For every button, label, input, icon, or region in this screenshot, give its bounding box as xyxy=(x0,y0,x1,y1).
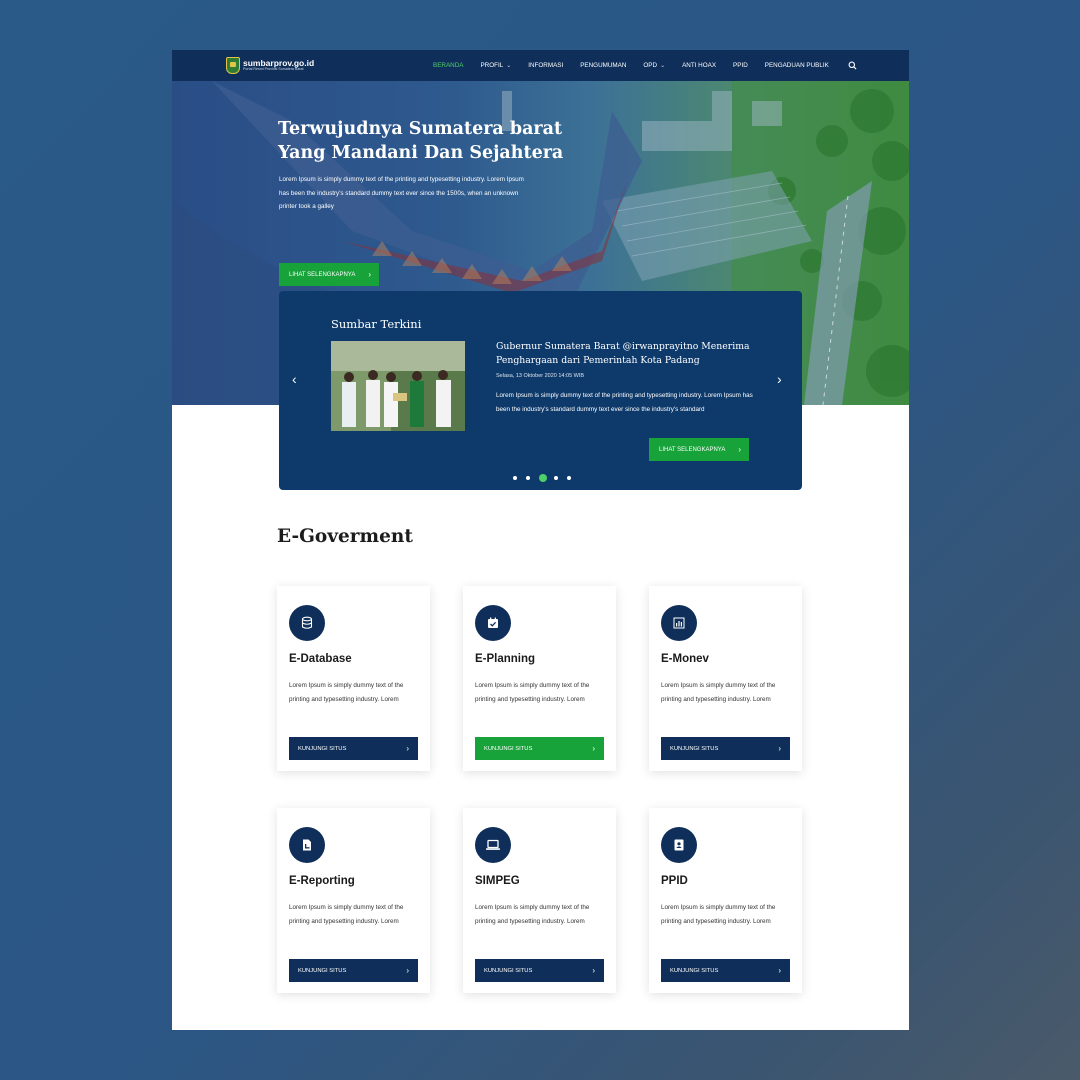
egov-card-e-database: E-Database Lorem Ipsum is simply dummy t… xyxy=(277,586,430,771)
visit-site-button[interactable]: KUNJUNGI SITUS › xyxy=(289,737,418,760)
news-photo[interactable] xyxy=(331,341,465,431)
nav-item-label: PROFIL xyxy=(480,62,504,69)
nav-item-pengaduan-publik[interactable]: PENGADUAN PUBLIK xyxy=(765,62,829,69)
nav-item-ppid[interactable]: PPID xyxy=(733,62,748,69)
slider-dot-4[interactable] xyxy=(554,476,558,480)
chevron-right-icon: › xyxy=(368,270,371,279)
chevron-right-icon: › xyxy=(406,966,409,975)
news-see-more-button[interactable]: LIHAT SELENGKAPNYA › xyxy=(649,438,749,461)
logo-title: sumbarprov.go.id xyxy=(243,57,315,68)
slider-dots xyxy=(513,474,580,482)
nav-item-beranda[interactable]: BERANDA xyxy=(433,62,463,69)
nav-item-profil[interactable]: PROFIL ⌄ xyxy=(480,62,511,69)
card-title: E-Monev xyxy=(661,653,709,665)
slider-next-arrow-icon[interactable]: › xyxy=(777,371,782,387)
button-label: LIHAT SELENGKAPNYA xyxy=(289,271,356,278)
news-description: Lorem Ipsum is simply dummy text of the … xyxy=(496,392,753,413)
hero-see-more-button[interactable]: LIHAT SELENGKAPNYA › xyxy=(279,263,379,286)
chevron-right-icon: › xyxy=(592,744,595,753)
hero-title-line1: Terwujudnya Sumatera barat xyxy=(278,119,563,139)
contact-card-icon xyxy=(661,827,697,863)
card-description: Lorem Ipsum is simply dummy text of the … xyxy=(475,682,590,703)
report-document-icon xyxy=(289,827,325,863)
logo-subtitle: Portal Resmi Provinsi Sumatera Barat xyxy=(243,67,304,72)
nav-item-label: INFORMASI xyxy=(528,62,564,69)
news-title[interactable]: Gubernur Sumatera Barat @irwanprayitno M… xyxy=(496,340,766,367)
card-description: Lorem Ipsum is simply dummy text of the … xyxy=(475,904,590,925)
egov-card-e-monev: E-Monev Lorem Ipsum is simply dummy text… xyxy=(649,586,802,771)
hero-title: Terwujudnya Sumatera barat Yang Mandani … xyxy=(278,117,578,165)
bar-chart-icon xyxy=(661,605,697,641)
nav-item-label: PPID xyxy=(733,62,748,69)
button-label: KUNJUNGI SITUS xyxy=(298,967,347,974)
button-label: KUNJUNGI SITUS xyxy=(484,967,533,974)
top-navbar: sumbarprov.go.id Portal Resmi Provinsi S… xyxy=(172,50,909,81)
chevron-right-icon: › xyxy=(738,445,741,454)
slider-dot-3[interactable] xyxy=(539,474,547,482)
card-title: SIMPEG xyxy=(475,875,520,887)
site-logo[interactable]: sumbarprov.go.id Portal Resmi Provinsi S… xyxy=(226,57,314,74)
visit-site-button[interactable]: KUNJUNGI SITUS › xyxy=(661,959,790,982)
hero-title-line2: Yang Mandani Dan Sejahtera xyxy=(278,143,564,163)
chevron-right-icon: › xyxy=(406,744,409,753)
news-date: Selasa, 13 Oktober 2020 14:05 WIB xyxy=(496,373,585,379)
card-description: Lorem Ipsum is simply dummy text of the … xyxy=(661,904,776,925)
nav-item-label: PENGUMUMAN xyxy=(580,62,627,69)
card-description: Lorem Ipsum is simply dummy text of the … xyxy=(289,682,404,703)
card-title: PPID xyxy=(661,875,688,887)
laptop-icon xyxy=(475,827,511,863)
calendar-check-icon xyxy=(475,605,511,641)
egov-card-simpeg: SIMPEG Lorem Ipsum is simply dummy text … xyxy=(463,808,616,993)
slider-dot-1[interactable] xyxy=(513,476,517,480)
egov-card-e-planning: E-Planning Lorem Ipsum is simply dummy t… xyxy=(463,586,616,771)
button-label: KUNJUNGI SITUS xyxy=(484,745,533,752)
egov-section-heading: E-Goverment xyxy=(277,526,413,547)
card-title: E-Planning xyxy=(475,653,536,665)
visit-site-button[interactable]: KUNJUNGI SITUS › xyxy=(289,959,418,982)
egov-card-e-reporting: E-Reporting Lorem Ipsum is simply dummy … xyxy=(277,808,430,993)
chevron-down-icon: ⌄ xyxy=(660,63,666,69)
chevron-right-icon: › xyxy=(778,744,781,753)
nav-item-label: ANTI HOAX xyxy=(682,62,717,69)
egov-card-ppid: PPID Lorem Ipsum is simply dummy text of… xyxy=(649,808,802,993)
button-label: KUNJUNGI SITUS xyxy=(670,745,719,752)
button-label: KUNJUNGI SITUS xyxy=(298,745,347,752)
main-menu: BERANDA PROFIL ⌄ INFORMASI PENGUMUMAN OPD… xyxy=(433,50,846,81)
card-description: Lorem Ipsum is simply dummy text of the … xyxy=(289,904,404,925)
visit-site-button[interactable]: KUNJUNGI SITUS › xyxy=(475,959,604,982)
nav-item-informasi[interactable]: INFORMASI xyxy=(528,62,563,69)
slider-prev-arrow-icon[interactable]: ‹ xyxy=(292,371,297,387)
chevron-right-icon: › xyxy=(592,966,595,975)
news-section-heading: Sumbar Terkini xyxy=(331,317,422,331)
button-label: KUNJUNGI SITUS xyxy=(670,967,719,974)
card-description: Lorem Ipsum is simply dummy text of the … xyxy=(661,682,776,703)
website-page: sumbarprov.go.id Portal Resmi Provinsi S… xyxy=(172,50,909,1030)
nav-item-pengumuman[interactable]: PENGUMUMAN xyxy=(580,62,626,69)
button-label: LIHAT SELENGKAPNYA xyxy=(659,446,726,453)
nav-item-label: PENGADUAN PUBLIK xyxy=(764,62,829,69)
visit-site-button[interactable]: KUNJUNGI SITUS › xyxy=(475,737,604,760)
chevron-right-icon: › xyxy=(778,966,781,975)
province-emblem-icon xyxy=(226,57,240,74)
news-slider-card: ‹ › Sumbar Terkini Gubernur Sumatera Bar… xyxy=(279,291,802,490)
news-photo-image xyxy=(331,341,465,431)
search-icon[interactable] xyxy=(848,61,857,70)
chevron-down-icon: ⌄ xyxy=(506,63,512,69)
slider-dot-5[interactable] xyxy=(567,476,571,480)
slider-dot-2[interactable] xyxy=(526,476,530,480)
nav-item-opd[interactable]: OPD ⌄ xyxy=(643,62,665,69)
nav-item-label: BERANDA xyxy=(433,62,464,69)
logo-text: sumbarprov.go.id Portal Resmi Provinsi S… xyxy=(243,59,314,72)
nav-item-label: OPD xyxy=(643,62,658,69)
database-icon xyxy=(289,605,325,641)
visit-site-button[interactable]: KUNJUNGI SITUS › xyxy=(661,737,790,760)
card-title: E-Database xyxy=(289,653,352,665)
nav-item-anti-hoax[interactable]: ANTI HOAX xyxy=(682,62,716,69)
hero-description: Lorem Ipsum is simply dummy text of the … xyxy=(279,176,524,210)
card-title: E-Reporting xyxy=(289,875,355,887)
